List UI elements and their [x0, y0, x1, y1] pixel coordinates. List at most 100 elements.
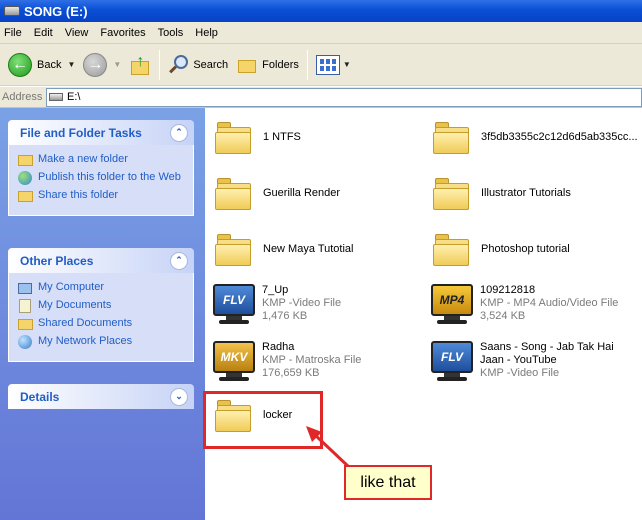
place-my-network-places[interactable]: My Network Places [17, 335, 185, 349]
file-item[interactable]: MP4 109212818 KMP - MP4 Audio/Video File… [431, 284, 618, 326]
flv-video-icon: FLV [213, 284, 255, 326]
file-name: Radha [262, 341, 295, 353]
menu-edit[interactable]: Edit [28, 27, 59, 39]
annotation-callout: like that [344, 465, 432, 500]
details-panel: Details ⌄ [8, 384, 194, 409]
share-folder-icon [17, 189, 33, 203]
file-name: 7_Up [262, 284, 289, 296]
file-name: Guerilla Render [263, 187, 341, 199]
back-arrow-icon: ← [8, 52, 32, 77]
folder-icon [215, 234, 253, 266]
computer-icon [17, 281, 33, 295]
search-button[interactable]: Search [164, 48, 232, 82]
network-icon [17, 335, 33, 349]
collapse-chevron-icon[interactable]: ⌃ [170, 251, 188, 270]
file-type: KMP - MP4 Audio/Video File [480, 297, 619, 309]
search-icon [168, 54, 190, 76]
menu-file[interactable]: File [0, 27, 28, 39]
views-icon [315, 54, 340, 75]
search-label: Search [193, 58, 229, 71]
window-title: SONG (E:) [24, 3, 88, 19]
views-button[interactable]: ▼ [312, 48, 355, 82]
file-item[interactable]: 3f5db3355c2c12d6d5ab335cc... [433, 122, 638, 154]
file-name: Saans - Song - Jab Tak Hai Jaan - YouTub… [480, 341, 614, 366]
place-my-computer[interactable]: My Computer [17, 281, 185, 295]
folder-icon [433, 122, 471, 154]
task-publish-folder[interactable]: Publish this folder to the Web [17, 171, 185, 185]
flv-video-icon: FLV [431, 341, 473, 383]
toolbar-separator [159, 49, 161, 80]
title-bar: SONG (E:) [0, 0, 642, 22]
back-button[interactable]: ← Back ▼ [4, 48, 79, 82]
folder-up-icon: ↑ [129, 53, 151, 77]
mkv-video-icon: MKV [213, 341, 255, 383]
file-size: 1,476 KB [262, 310, 308, 322]
details-header[interactable]: Details ⌄ [8, 384, 194, 409]
task-share-folder[interactable]: Share this folder [17, 189, 185, 203]
place-label: My Computer [38, 281, 105, 293]
folders-button[interactable]: Folders [232, 48, 303, 82]
place-label: My Network Places [38, 335, 133, 347]
file-size: 176,659 KB [262, 367, 320, 379]
panel-title: File and Folder Tasks [20, 125, 142, 140]
place-shared-documents[interactable]: Shared Documents [17, 317, 185, 331]
documents-icon [17, 299, 33, 313]
publish-globe-icon [17, 171, 33, 185]
views-dropdown-icon[interactable]: ▼ [343, 60, 351, 69]
task-make-new-folder[interactable]: Make a new folder [17, 153, 185, 167]
file-name: 109212818 [480, 284, 536, 296]
file-name: Illustrator Tutorials [481, 187, 571, 199]
up-button[interactable]: ↑ [125, 48, 155, 82]
panel-title: Other Places [20, 253, 94, 268]
callout-text: like that [360, 473, 416, 491]
folder-icon [433, 234, 471, 266]
shared-folder-icon [17, 317, 33, 331]
file-type: KMP - Matroska File [262, 354, 362, 366]
collapse-chevron-icon[interactable]: ⌃ [170, 123, 188, 142]
address-value: E:\ [67, 91, 81, 103]
file-item[interactable]: Illustrator Tutorials [433, 178, 571, 210]
file-item[interactable]: New Maya Tutotial [215, 234, 353, 266]
file-item[interactable]: Guerilla Render [215, 178, 340, 210]
mp4-video-icon: MP4 [431, 284, 473, 326]
menu-favorites[interactable]: Favorites [94, 27, 151, 39]
folder-icon [433, 178, 471, 210]
menu-view[interactable]: View [59, 27, 95, 39]
file-size: 3,524 KB [480, 310, 526, 322]
file-name: 1 NTFS [263, 131, 301, 143]
menu-tools[interactable]: Tools [152, 27, 190, 39]
drive-icon [49, 93, 63, 101]
file-item[interactable]: 1 NTFS [215, 122, 301, 154]
task-pane: File and Folder Tasks ⌃ Make a new folde… [0, 108, 205, 520]
file-folder-tasks-header[interactable]: File and Folder Tasks ⌃ [8, 120, 194, 145]
file-item[interactable]: Photoshop tutorial [433, 234, 570, 266]
back-label: Back [37, 58, 62, 71]
other-places-header[interactable]: Other Places ⌃ [8, 248, 194, 273]
task-label: Share this folder [38, 189, 119, 201]
place-label: My Documents [38, 299, 112, 311]
file-item[interactable]: MKV Radha KMP - Matroska File 176,659 KB [213, 341, 361, 383]
task-label: Make a new folder [38, 153, 128, 165]
forward-button[interactable]: → ▼ [79, 48, 125, 82]
menu-bar: File Edit View Favorites Tools Help [0, 22, 642, 44]
panel-title: Details [20, 389, 60, 404]
file-item[interactable]: FLV 7_Up KMP -Video File 1,476 KB [213, 284, 341, 326]
folders-icon [236, 55, 258, 75]
file-folder-tasks-panel: File and Folder Tasks ⌃ Make a new folde… [8, 120, 194, 216]
place-my-documents[interactable]: My Documents [17, 299, 185, 313]
toolbar-separator [306, 49, 308, 80]
address-label: Address [2, 91, 43, 103]
address-field[interactable]: E:\ [46, 87, 642, 107]
expand-chevron-icon[interactable]: ⌄ [170, 387, 188, 406]
new-folder-icon [17, 153, 33, 167]
forward-dropdown-icon[interactable]: ▼ [113, 60, 121, 69]
folder-icon [215, 122, 253, 154]
menu-help[interactable]: Help [189, 27, 224, 39]
file-name: 3f5db3355c2c12d6d5ab335cc... [481, 131, 638, 143]
other-places-panel: Other Places ⌃ My Computer My Documents … [8, 248, 194, 362]
toolbar: ← Back ▼ → ▼ ↑ Search Folders ▼ [0, 44, 642, 86]
file-type: KMP -Video File [480, 367, 560, 379]
address-bar: Address E:\ [0, 87, 642, 108]
file-item[interactable]: FLV Saans - Song - Jab Tak Hai Jaan - Yo… [431, 341, 640, 383]
back-dropdown-icon[interactable]: ▼ [67, 60, 75, 69]
